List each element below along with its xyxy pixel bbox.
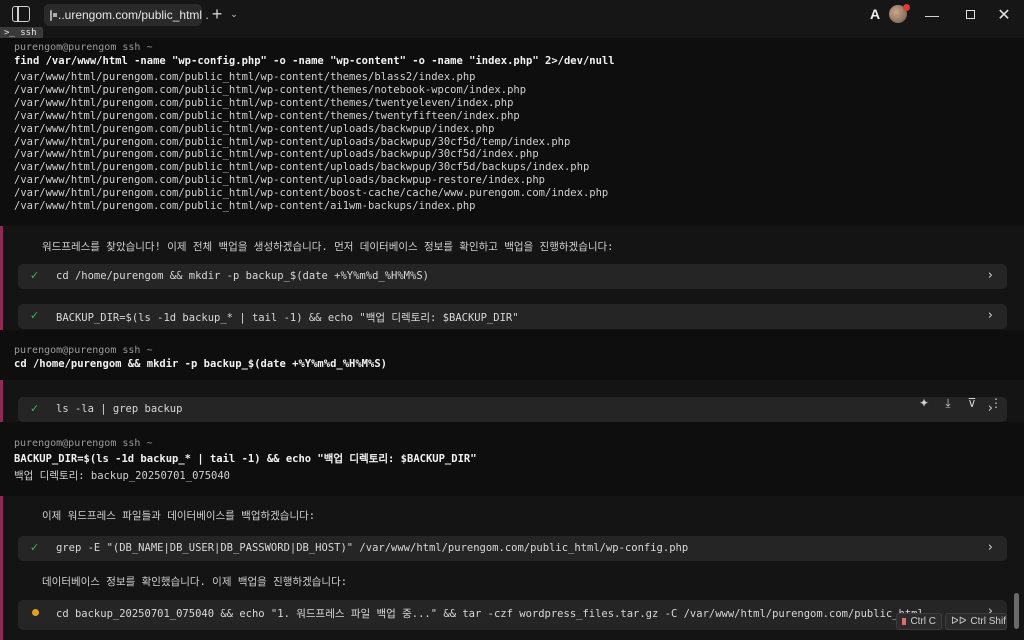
output-line: /var/www/html/purengom.com/public_html/w… xyxy=(14,200,476,213)
maximize-icon xyxy=(965,10,975,19)
check-icon: ✓ xyxy=(30,309,40,322)
terminal[interactable]: purengom@purengom ssh ~ find /var/www/ht… xyxy=(0,38,1024,640)
running-status-icon xyxy=(32,609,39,616)
stop-icon xyxy=(902,618,907,625)
title-bar: ..urengom.com/public_html . + ⌄ A — ✕ xyxy=(0,0,1024,29)
close-button[interactable]: ✕ xyxy=(984,0,1024,29)
block-output: /var/www/html/purengom.com/public_html/w… xyxy=(14,71,608,213)
check-icon: ✓ xyxy=(30,402,40,415)
tab-active[interactable]: ..urengom.com/public_html . xyxy=(44,4,209,26)
tab-image-icon xyxy=(50,9,57,21)
ai-step[interactable]: ✓ ls -la | grep backup › xyxy=(18,397,1007,422)
ai-step-command: ls -la | grep backup xyxy=(56,403,183,415)
more-icon[interactable]: ⋮ xyxy=(989,396,1003,411)
block-prompt: purengom@purengom ssh ~ xyxy=(14,438,153,449)
block-actions: ✦ ⤓ ⊽ ⋮ xyxy=(917,396,1003,411)
ai-step[interactable]: ✓ grep -E "(DB_NAME|DB_USER|DB_PASSWORD|… xyxy=(18,536,1007,561)
output-line: /var/www/html/purengom.com/public_html/w… xyxy=(14,96,514,109)
ai-block-marker xyxy=(0,226,3,330)
new-tab-button[interactable]: + xyxy=(208,4,226,24)
block-command: cd /home/purengom && mkdir -p backup_$(d… xyxy=(14,358,387,370)
output-line: /var/www/html/purengom.com/public_html/w… xyxy=(14,187,609,200)
stop-hint-label: Ctrl C xyxy=(910,616,936,627)
scrollbar-thumb[interactable] xyxy=(1014,593,1019,629)
ai-run-hint-button[interactable]: ᐅᐅ Ctrl Shift I xyxy=(945,613,1007,630)
pin-icon[interactable]: ✦ xyxy=(917,396,931,411)
filter-icon[interactable]: ⊽ xyxy=(965,396,979,411)
stop-hint-button[interactable]: Ctrl C xyxy=(896,613,942,630)
ai-message: 데이터베이스 정보를 확인했습니다. 이제 백업을 진행하겠습니다: xyxy=(42,576,348,588)
ai-assistant-icon[interactable]: A xyxy=(867,4,883,24)
output-line: /var/www/html/purengom.com/public_html/w… xyxy=(14,83,527,96)
sidebar-toggle-icon[interactable] xyxy=(12,6,30,22)
output-line: /var/www/html/purengom.com/public_html/w… xyxy=(14,135,571,148)
chevron-right-icon[interactable]: › xyxy=(988,268,993,283)
block-prompt: purengom@purengom ssh ~ xyxy=(14,42,153,53)
run-hint-label: Ctrl Shift I xyxy=(970,616,1007,627)
block-command: BACKUP_DIR=$(ls -1d backup_* | tail -1) … xyxy=(14,453,477,465)
check-icon: ✓ xyxy=(30,269,40,282)
ai-response-block: 워드프레스를 찾았습니다! 이제 전체 백업을 생성하겠습니다. 먼저 데이터베… xyxy=(0,226,1024,330)
run-icon: ᐅᐅ xyxy=(951,616,967,627)
output-line: /var/www/html/purengom.com/public_html/w… xyxy=(14,148,539,161)
minimize-button[interactable]: — xyxy=(912,0,952,29)
ai-step[interactable]: ✓ cd /home/purengom && mkdir -p backup_$… xyxy=(18,264,1007,289)
tab-menu-chevron-icon[interactable]: ⌄ xyxy=(228,4,240,24)
output-line: 백업 디렉토리: backup_20250701_075040 xyxy=(14,470,230,482)
ai-step-command: cd backup_20250701_075040 && echo "1. 워드… xyxy=(56,608,924,620)
ai-step[interactable]: ✓ BACKUP_DIR=$(ls -1d backup_* | tail -1… xyxy=(18,304,1007,329)
block-command: find /var/www/html -name "wp-config.php"… xyxy=(14,55,615,67)
ai-response-block: 이제 워드프레스 파일들과 데이터베이스를 백업하겠습니다: ✓ grep -E… xyxy=(0,496,1024,640)
block-prompt: purengom@purengom ssh ~ xyxy=(14,345,153,356)
ai-response-block: ✓ ls -la | grep backup › xyxy=(0,380,1024,422)
output-line: /var/www/html/purengom.com/public_html/w… xyxy=(14,71,476,83)
ai-message: 이제 워드프레스 파일들과 데이터베이스를 백업하겠습니다: xyxy=(42,510,316,522)
chevron-right-icon[interactable]: › xyxy=(988,308,993,323)
block-output: 백업 디렉토리: backup_20250701_075040 xyxy=(14,470,230,483)
output-line: /var/www/html/purengom.com/public_html/w… xyxy=(14,122,495,135)
ai-step-command: cd /home/purengom && mkdir -p backup_$(d… xyxy=(56,270,429,282)
ai-step-running[interactable]: cd backup_20250701_075040 && echo "1. 워드… xyxy=(18,600,1007,630)
ai-message: 워드프레스를 찾았습니다! 이제 전체 백업을 생성하겠습니다. 먼저 데이터베… xyxy=(42,241,614,253)
output-line: /var/www/html/purengom.com/public_html/w… xyxy=(14,174,546,187)
download-icon[interactable]: ⤓ xyxy=(941,396,955,411)
ai-block-marker xyxy=(0,496,3,640)
ai-step-command: BACKUP_DIR=$(ls -1d backup_* | tail -1) … xyxy=(56,312,519,324)
notification-dot xyxy=(903,4,910,11)
session-strip xyxy=(0,29,1024,38)
check-icon: ✓ xyxy=(30,541,40,554)
tab-title: ..urengom.com/public_html . xyxy=(58,8,209,22)
output-line: /var/www/html/purengom.com/public_html/w… xyxy=(14,161,590,174)
output-line: /var/www/html/purengom.com/public_html/w… xyxy=(14,109,520,122)
ai-step-command: grep -E "(DB_NAME|DB_USER|DB_PASSWORD|DB… xyxy=(56,542,689,554)
chevron-right-icon[interactable]: › xyxy=(988,540,993,555)
ai-block-marker xyxy=(0,380,3,422)
